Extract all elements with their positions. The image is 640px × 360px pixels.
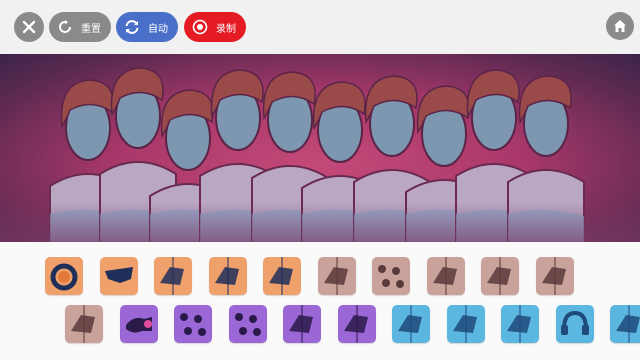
shape-icon xyxy=(160,257,184,295)
sound-tile-purple-3[interactable] xyxy=(228,305,267,343)
ring-icon xyxy=(50,263,78,291)
shape-icon xyxy=(398,305,422,343)
sound-tile-purple-5[interactable] xyxy=(337,305,376,343)
sound-tile-purple-2[interactable] xyxy=(174,305,212,343)
record-button[interactable]: 录制 xyxy=(184,12,246,42)
sound-tray xyxy=(0,242,640,360)
stage xyxy=(0,54,640,242)
sound-tile-orange-2[interactable] xyxy=(99,257,138,295)
shape-icon xyxy=(541,257,566,295)
shape-icon xyxy=(214,257,239,295)
home-button[interactable] xyxy=(606,12,634,40)
dots-icon xyxy=(378,265,404,288)
record-label: 录制 xyxy=(216,23,236,35)
shape-icon xyxy=(487,257,511,295)
sound-tile-tan-5[interactable] xyxy=(535,257,574,295)
sound-tile-cyan-5[interactable] xyxy=(610,305,640,343)
reset-button[interactable]: 重置 xyxy=(49,12,111,42)
sound-tile-cyan-4[interactable] xyxy=(555,305,594,343)
shape-icon xyxy=(507,305,531,343)
shape-icon xyxy=(71,305,95,343)
reset-label: 重置 xyxy=(81,23,101,35)
shape-icon xyxy=(289,305,313,343)
home-icon xyxy=(614,20,626,32)
toolbar: 重置 自动 录制 xyxy=(0,0,640,54)
sound-tile-tan-6[interactable] xyxy=(65,305,103,343)
sound-tile-orange-1[interactable] xyxy=(45,257,83,295)
shape-icon xyxy=(343,305,368,343)
stage-floor xyxy=(0,202,640,242)
sound-tile-orange-5[interactable] xyxy=(263,257,301,295)
sound-tile-orange-3[interactable] xyxy=(154,257,192,295)
reset-icon xyxy=(55,17,75,37)
glasses-icon xyxy=(104,267,133,283)
close-button[interactable] xyxy=(14,12,44,42)
record-icon xyxy=(190,17,210,37)
shape-icon xyxy=(432,257,457,295)
sound-tile-tan-2[interactable] xyxy=(372,257,410,295)
shape-icon xyxy=(269,257,293,295)
refresh-icon xyxy=(122,17,142,37)
sound-tile-tan-4[interactable] xyxy=(481,257,519,295)
headphones-icon xyxy=(560,310,589,335)
dots-icon xyxy=(180,313,206,336)
close-icon xyxy=(22,20,36,34)
sound-tile-cyan-3[interactable] xyxy=(501,305,539,343)
sound-tile-tan-1[interactable] xyxy=(317,257,356,295)
auto-label: 自动 xyxy=(148,23,168,35)
shape-icon xyxy=(616,305,640,343)
shape-icon xyxy=(323,257,348,295)
sound-tile-purple-1[interactable] xyxy=(119,305,158,343)
shape-icon xyxy=(452,305,477,343)
dots-icon xyxy=(234,313,261,336)
sound-tile-purple-4[interactable] xyxy=(283,305,321,343)
sound-tile-orange-4[interactable] xyxy=(208,257,247,295)
sound-tile-cyan-2[interactable] xyxy=(446,305,485,343)
sound-tile-cyan-1[interactable] xyxy=(392,305,430,343)
auto-button[interactable]: 自动 xyxy=(116,12,178,42)
sound-tile-tan-3[interactable] xyxy=(426,257,465,295)
pipe-icon xyxy=(125,317,152,333)
